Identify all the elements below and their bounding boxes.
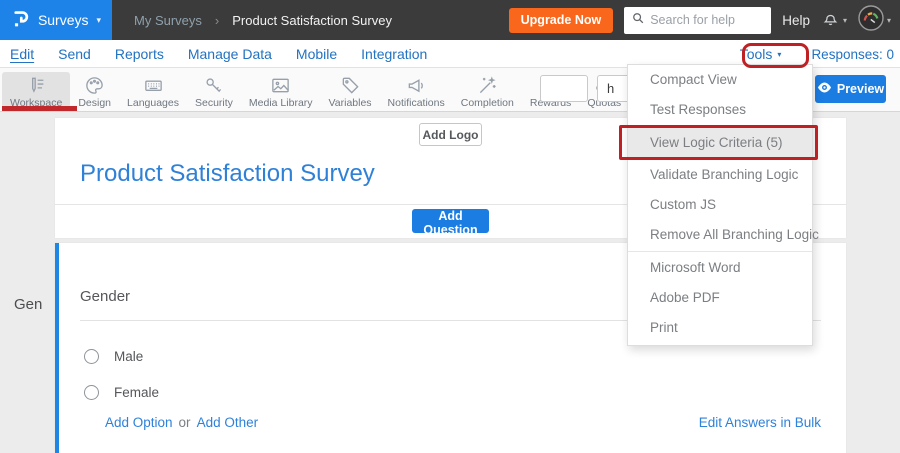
breadcrumb-my-surveys[interactable]: My Surveys [134,13,202,28]
tab-edit[interactable]: Edit [10,46,34,62]
responses-count[interactable]: Responses: 0 [811,47,894,62]
chevron-down-icon: ▾ [777,50,781,59]
radio-button-icon[interactable] [84,349,99,364]
search-icon [631,11,645,30]
notifications-bell-button[interactable]: ▾ [821,8,847,32]
toolbar-item-variables[interactable]: Variables [321,72,380,108]
question-title[interactable]: Gender [80,288,130,305]
tab-send[interactable]: Send [58,46,91,62]
workspace-icon [26,75,47,96]
toolbar-item-media-library[interactable]: Media Library [241,72,321,108]
magic-wand-icon [477,75,498,96]
tools-menu-button[interactable]: Tools ▾ [740,46,788,62]
product-switcher-label: Surveys [38,12,89,28]
avatar [858,5,884,36]
menu-item-adobe-pdf[interactable]: Adobe PDF [628,283,812,313]
preview-label: Preview [837,82,884,96]
menu-item-custom-js[interactable]: Custom JS [628,190,812,220]
account-menu-button[interactable]: ▾ [858,5,891,36]
radio-button-icon[interactable] [84,385,99,400]
tab-manage-data[interactable]: Manage Data [188,46,272,62]
eye-icon [817,82,832,96]
menu-item-test-responses[interactable]: Test Responses [628,95,812,125]
or-label: or [179,415,191,430]
app-window: Surveys ▾ My Surveys › Product Satisfact… [0,0,900,453]
megaphone-icon [406,75,427,96]
tab-reports[interactable]: Reports [115,46,164,62]
image-icon [270,75,291,96]
add-other-link[interactable]: Add Other [197,415,259,430]
breadcrumb-separator-icon: › [215,13,219,28]
toolbar-item-workspace[interactable]: Workspace [2,72,70,108]
help-link[interactable]: Help [782,13,810,28]
menu-item-microsoft-word[interactable]: Microsoft Word [628,253,812,283]
menu-item-compact-view[interactable]: Compact View [628,65,812,95]
chevron-down-icon: ▾ [887,16,891,25]
top-bar: Surveys ▾ My Surveys › Product Satisfact… [0,0,900,40]
toolbar-field-empty[interactable] [540,75,588,102]
toolbar-item-design[interactable]: Design [70,72,119,108]
upgrade-now-button[interactable]: Upgrade Now [509,8,614,33]
survey-title[interactable]: Product Satisfaction Survey [80,160,375,188]
palette-icon [84,75,105,96]
toolbar-item-notifications[interactable]: Notifications [380,72,453,108]
tag-icon [340,75,361,96]
add-question-button[interactable]: Add Question [412,209,489,233]
menu-item-view-logic-criteria[interactable]: View Logic Criteria (5) [628,127,812,158]
keyboard-icon [143,75,164,96]
toolbar-item-security[interactable]: Security [187,72,241,108]
menu-divider [628,251,812,252]
key-icon [203,75,224,96]
toolbar-item-completion[interactable]: Completion [453,72,522,108]
tab-integration[interactable]: Integration [361,46,427,62]
menu-item-remove-all-branching-logic[interactable]: Remove All Branching Logic [628,220,812,250]
menu-item-validate-branching-logic[interactable]: Validate Branching Logic [628,160,812,190]
breadcrumb: My Surveys › Product Satisfaction Survey [134,13,392,28]
option-label: Female [114,385,159,400]
preview-button[interactable]: Preview [815,75,886,103]
answer-option-male[interactable]: Male [84,349,143,364]
add-option-link[interactable]: Add Option [105,415,173,430]
topbar-actions: Upgrade Now Help ▾ ▾ [509,5,900,36]
question-nav-clipped-label: Gen [14,296,42,313]
add-logo-button[interactable]: Add Logo [419,123,482,146]
chevron-down-icon: ▾ [97,15,102,26]
bell-icon [821,8,840,32]
answer-option-female[interactable]: Female [84,385,159,400]
toolbar-item-languages[interactable]: Languages [119,72,187,108]
tab-mobile[interactable]: Mobile [296,46,337,62]
option-actions: Add Option or Add Other [105,415,258,430]
tools-dropdown-menu: Compact View Test Responses View Logic C… [627,64,813,346]
search-input[interactable] [650,13,764,27]
help-search [624,7,771,34]
option-label: Male [114,349,143,364]
proprofs-logo-icon [11,8,30,32]
menu-item-print[interactable]: Print [628,313,812,343]
product-switcher[interactable]: Surveys ▾ [0,0,112,40]
tools-label: Tools [740,46,773,62]
edit-answers-in-bulk-link[interactable]: Edit Answers in Bulk [699,415,821,430]
chevron-down-icon: ▾ [843,16,847,25]
breadcrumb-current-survey: Product Satisfaction Survey [232,13,392,28]
